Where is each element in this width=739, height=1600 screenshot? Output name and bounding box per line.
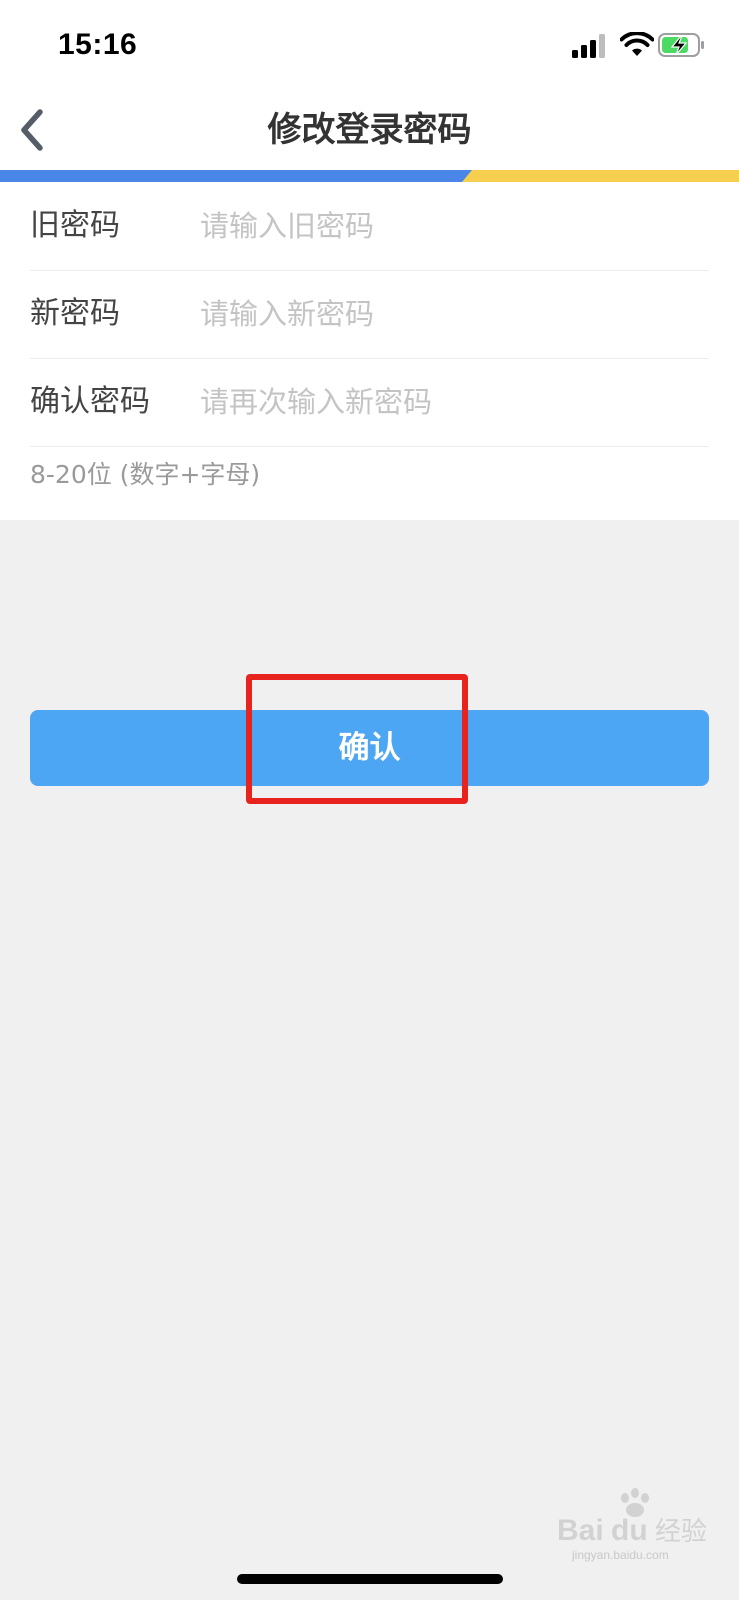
confirm-button[interactable]: 确认 — [30, 710, 709, 786]
password-form: 旧密码 新密码 确认密码 8-20位 (数字+字母) — [0, 182, 739, 520]
new-password-label: 新密码 — [30, 296, 120, 331]
confirm-password-label: 确认密码 — [30, 384, 150, 419]
watermark-suffix: 经验 — [655, 1517, 707, 1547]
chevron-left-icon[interactable] — [12, 106, 52, 154]
watermark-text: Bai — [557, 1514, 604, 1547]
wifi-icon — [620, 32, 654, 56]
new-password-row: 新密码 — [30, 270, 709, 359]
old-password-input[interactable] — [200, 196, 700, 256]
watermark-url: jingyan.baidu.com — [572, 1548, 669, 1562]
old-password-row: 旧密码 — [30, 182, 709, 271]
confirm-password-row: 确认密码 — [30, 358, 709, 447]
confirm-password-input[interactable] — [200, 372, 700, 432]
navigation-bar: 修改登录密码 — [0, 90, 739, 170]
old-password-label: 旧密码 — [30, 208, 120, 243]
baidu-jingyan-watermark-logo: Bai du 经验 — [557, 1488, 707, 1547]
cellular-signal-icon — [572, 34, 605, 58]
password-hint: 8-20位 (数字+字母) — [30, 460, 261, 489]
header-accent-bar — [0, 170, 739, 182]
battery-charging-icon — [658, 33, 704, 57]
page-title: 修改登录密码 — [267, 110, 472, 150]
svg-text:du: du — [611, 1514, 648, 1547]
status-bar: 15:16 — [0, 0, 739, 90]
home-indicator[interactable] — [237, 1574, 503, 1584]
status-time: 15:16 — [58, 28, 138, 61]
new-password-input[interactable] — [200, 284, 700, 344]
